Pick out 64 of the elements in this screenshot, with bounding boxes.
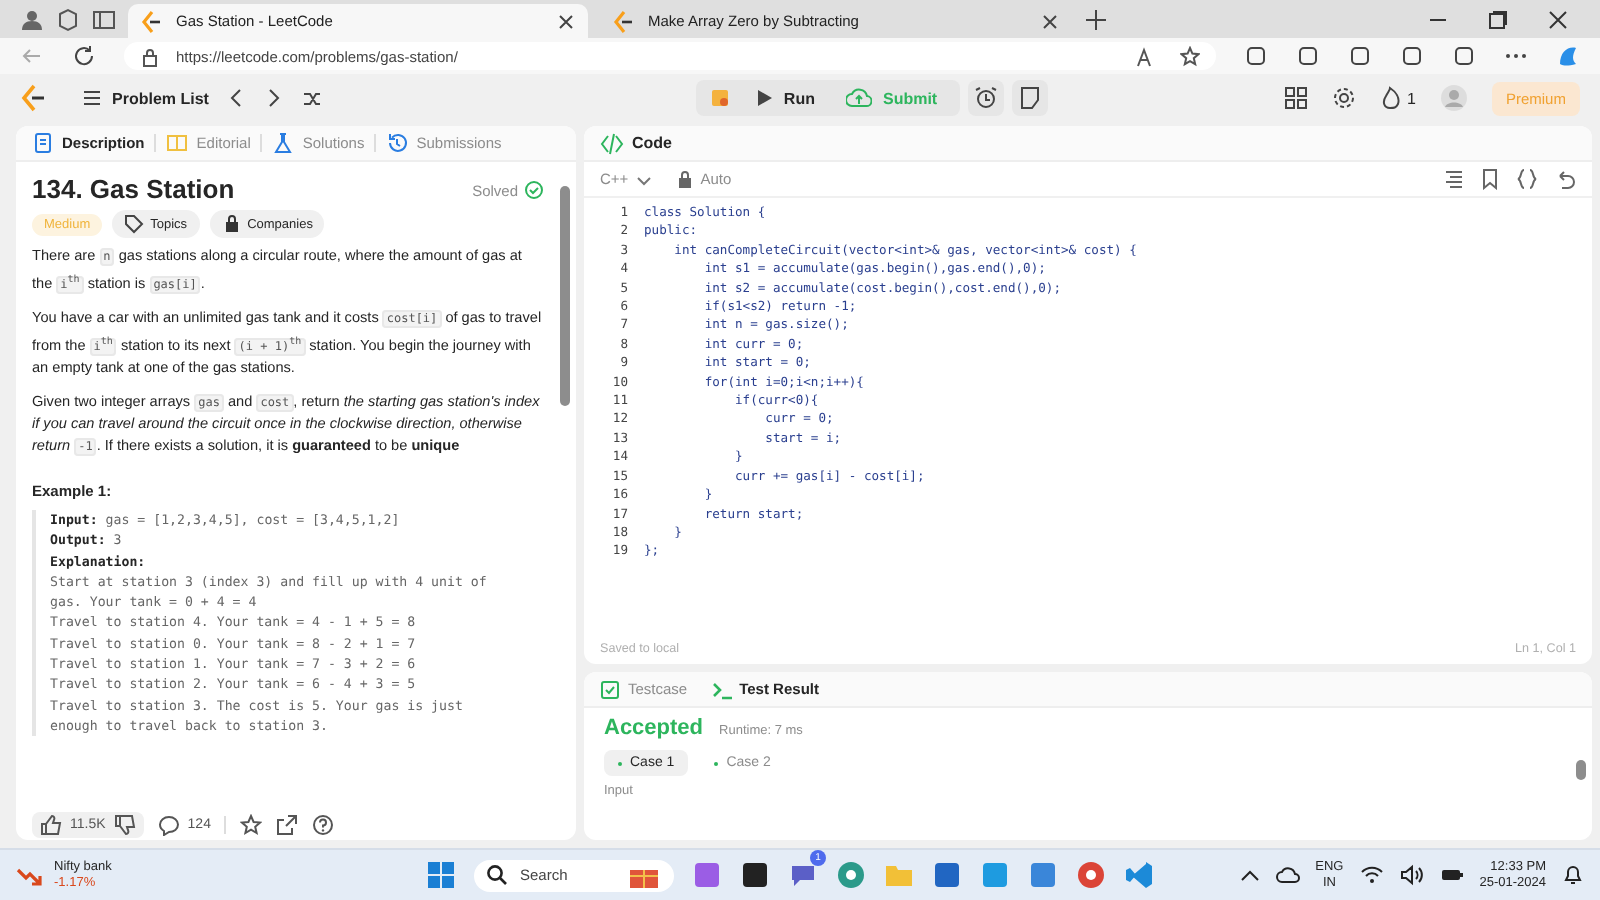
close-icon[interactable] xyxy=(1040,11,1060,31)
code-icon xyxy=(600,131,624,155)
lock-icon xyxy=(221,214,242,234)
checkbox-icon xyxy=(600,679,620,699)
close-icon[interactable] xyxy=(556,11,576,31)
help-icon[interactable] xyxy=(312,814,335,836)
alarm-clock-icon[interactable] xyxy=(967,80,1004,116)
read-aloud-icon[interactable] xyxy=(1136,45,1156,67)
chevron-down-icon xyxy=(636,171,653,187)
run-button[interactable]: Run xyxy=(743,88,825,108)
streak-count: 1 xyxy=(1407,89,1416,107)
code-editor-icon[interactable] xyxy=(1124,860,1154,890)
start-icon[interactable] xyxy=(426,860,456,890)
star-icon[interactable] xyxy=(240,814,263,836)
lock-icon xyxy=(140,45,160,67)
check-circle-icon xyxy=(524,180,544,200)
trend-down-icon[interactable] xyxy=(16,863,42,887)
wifi-icon[interactable] xyxy=(1359,864,1384,886)
undo-icon[interactable] xyxy=(1554,168,1576,190)
previous-icon[interactable] xyxy=(226,88,247,108)
new-tab-icon[interactable] xyxy=(1084,7,1108,31)
copilot-icon[interactable] xyxy=(1556,44,1580,68)
terminal-icon xyxy=(711,679,732,699)
share-icon[interactable] xyxy=(276,814,299,836)
braces-icon[interactable] xyxy=(1516,168,1538,190)
star-icon[interactable] xyxy=(1180,45,1200,67)
lock-icon xyxy=(676,169,695,189)
comment-icon[interactable] xyxy=(157,814,180,836)
book-icon xyxy=(166,132,189,154)
profile-icon[interactable] xyxy=(20,7,44,31)
play-icon xyxy=(753,88,774,108)
settings-icon[interactable] xyxy=(1331,86,1356,110)
verdict-text: Accepted xyxy=(604,716,704,740)
bell-icon[interactable] xyxy=(1562,864,1584,886)
flask-icon xyxy=(272,132,295,154)
list-icon xyxy=(82,88,102,108)
cloud-icon[interactable] xyxy=(1275,864,1300,886)
speaker-icon[interactable] xyxy=(1399,864,1424,886)
bookmark-icon[interactable] xyxy=(1480,168,1500,190)
thumbs-down-icon[interactable] xyxy=(113,814,136,836)
search-icon xyxy=(486,864,508,886)
note-icon[interactable] xyxy=(1011,80,1048,116)
restore-icon[interactable] xyxy=(1488,9,1508,29)
tab-actions-icon[interactable] xyxy=(92,7,116,31)
next-icon[interactable] xyxy=(264,88,285,108)
document-icon xyxy=(32,132,54,154)
close-icon[interactable] xyxy=(1548,9,1568,29)
battery-icon[interactable] xyxy=(1439,864,1464,886)
problem-list-button[interactable]: Problem List xyxy=(82,88,209,108)
cloud-upload-icon xyxy=(846,86,873,110)
problem-title: 134. Gas Station xyxy=(32,174,235,204)
history-icon xyxy=(386,132,409,154)
app-icon[interactable] xyxy=(740,860,770,890)
reload-icon[interactable] xyxy=(72,44,96,68)
chat-icon[interactable] xyxy=(788,860,818,890)
format-icon[interactable] xyxy=(1444,168,1464,190)
tag-icon xyxy=(124,214,145,234)
panel-title: Code xyxy=(632,134,672,152)
thumbs-up-icon[interactable] xyxy=(40,814,62,836)
workspaces-icon[interactable] xyxy=(56,7,80,31)
debugger-icon[interactable] xyxy=(707,86,732,110)
layout-icon[interactable] xyxy=(1283,86,1308,110)
shuffle-icon[interactable] xyxy=(302,88,323,108)
chevron-up-icon[interactable] xyxy=(1239,867,1260,883)
